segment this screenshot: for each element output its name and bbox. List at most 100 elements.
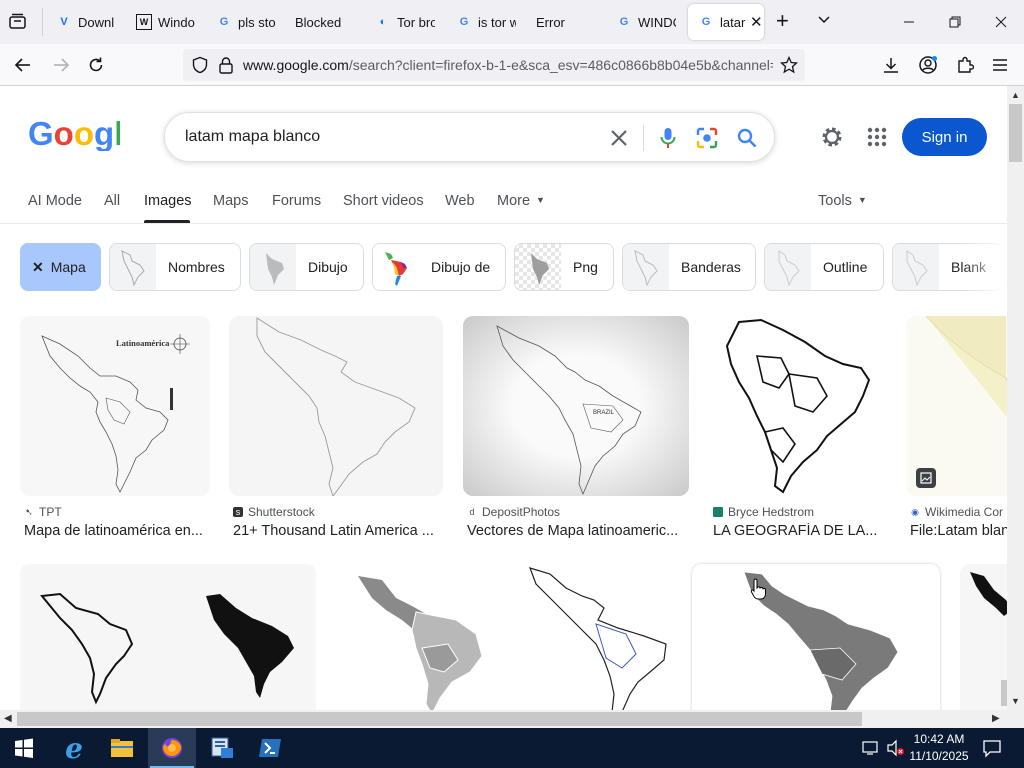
result-title[interactable]: Mapa de latinoamérica en... bbox=[24, 523, 210, 539]
result-thumbnail[interactable]: BRAZIL bbox=[463, 316, 689, 496]
tab-windc[interactable]: G WINDC bbox=[616, 0, 676, 44]
vertical-scrollbar[interactable]: ▲ ▼ bbox=[1001, 86, 1024, 710]
result-title[interactable]: Vectores de Mapa latinoameric... bbox=[467, 523, 689, 539]
tab-more[interactable]: More ▼ bbox=[497, 193, 545, 209]
sign-in-button[interactable]: Sign in bbox=[902, 118, 987, 156]
account-button[interactable] bbox=[913, 50, 943, 80]
close-tab-icon[interactable]: ✕ bbox=[750, 13, 763, 31]
microphone-icon[interactable] bbox=[655, 125, 681, 151]
result-thumbnail[interactable] bbox=[709, 316, 886, 496]
extensions-button[interactable] bbox=[950, 50, 980, 80]
tab-pls-stop[interactable]: G pls sto bbox=[216, 0, 276, 44]
firefox-icon[interactable] bbox=[148, 728, 196, 768]
search-box[interactable]: latam mapa blanco bbox=[164, 112, 775, 162]
network-icon[interactable] bbox=[862, 740, 880, 761]
tab-tor-browser[interactable]: ◐ Tor bro bbox=[375, 0, 435, 44]
image-result[interactable] bbox=[960, 564, 1007, 710]
tab-active[interactable]: G latar ✕ bbox=[688, 4, 764, 40]
result-thumbnail[interactable] bbox=[960, 564, 1007, 710]
bookmark-star-icon[interactable] bbox=[779, 55, 799, 79]
result-thumbnail[interactable]: Latinoamérica bbox=[20, 316, 210, 496]
powershell-icon[interactable] bbox=[246, 728, 294, 768]
tab-all[interactable]: All bbox=[104, 193, 120, 209]
server-manager-icon[interactable] bbox=[198, 728, 246, 768]
tab-web[interactable]: Web bbox=[445, 193, 475, 209]
tab-blocked[interactable]: Blocked bbox=[295, 0, 365, 44]
chip-outline[interactable]: Outline bbox=[764, 243, 884, 291]
downloads-button[interactable] bbox=[876, 50, 906, 80]
tab-downloads[interactable]: V Downl bbox=[56, 0, 118, 44]
scroll-thumb[interactable] bbox=[17, 712, 862, 726]
result-source[interactable]: ◉ Wikimedia Cor bbox=[910, 505, 1007, 519]
result-title[interactable]: 21+ Thousand Latin America ... bbox=[233, 523, 443, 539]
image-result[interactable]: Latinoamérica ➷ TPT Mapa de latinoamérica… bbox=[20, 316, 210, 546]
lens-camera-icon[interactable] bbox=[694, 125, 720, 151]
inner-scroll-thumb[interactable] bbox=[1001, 680, 1007, 706]
system-clock[interactable]: 10:42 AM 11/10/2025 bbox=[906, 731, 972, 765]
settings-gear-icon[interactable] bbox=[820, 125, 844, 154]
image-result[interactable] bbox=[20, 564, 316, 710]
lock-icon[interactable] bbox=[218, 56, 234, 79]
result-thumbnail[interactable] bbox=[336, 564, 507, 710]
result-source[interactable]: d DepositPhotos bbox=[467, 505, 689, 519]
image-result[interactable]: ◉ Wikimedia Cor File:Latam blan bbox=[906, 316, 1007, 546]
result-title[interactable]: LA GEOGRAFÍA DE LA... bbox=[713, 523, 886, 539]
tab-is-tor[interactable]: G is tor w bbox=[456, 0, 516, 44]
result-source[interactable]: Bryce Hedstrom bbox=[713, 505, 886, 519]
image-result[interactable] bbox=[692, 564, 940, 710]
forward-button[interactable] bbox=[46, 50, 76, 80]
result-thumbnail[interactable] bbox=[526, 564, 672, 710]
result-title[interactable]: File:Latam blan bbox=[910, 523, 1007, 539]
chip-nombres[interactable]: Nombres bbox=[109, 243, 241, 291]
result-source[interactable]: ➷ TPT bbox=[24, 505, 210, 519]
tab-images[interactable]: Images bbox=[144, 193, 192, 209]
restore-button[interactable] bbox=[932, 0, 978, 44]
close-chip-icon[interactable]: ✕ bbox=[32, 259, 44, 276]
reload-button[interactable] bbox=[81, 50, 111, 80]
tab-overview-button[interactable] bbox=[8, 12, 30, 32]
tab-short-videos[interactable]: Short videos bbox=[343, 193, 424, 209]
clear-search-icon[interactable] bbox=[606, 125, 632, 151]
apps-grid-icon[interactable] bbox=[867, 127, 887, 152]
file-explorer-icon[interactable] bbox=[98, 728, 146, 768]
chip-banderas[interactable]: Banderas bbox=[622, 243, 756, 291]
start-button[interactable] bbox=[0, 728, 48, 768]
volume-muted-icon[interactable] bbox=[886, 739, 906, 762]
result-thumbnail[interactable] bbox=[906, 316, 1007, 496]
tools-button[interactable]: Tools ▼ bbox=[818, 193, 867, 209]
minimize-button[interactable] bbox=[886, 0, 932, 44]
tab-ai-mode[interactable]: AI Mode bbox=[28, 193, 82, 209]
back-button[interactable] bbox=[8, 50, 38, 80]
result-thumbnail[interactable] bbox=[229, 316, 443, 496]
shield-icon[interactable] bbox=[191, 56, 209, 79]
search-input[interactable]: latam mapa blanco bbox=[185, 128, 320, 146]
url-text[interactable]: www.google.com/search?client=firefox-b-1… bbox=[243, 57, 773, 73]
google-logo[interactable]: Google bbox=[28, 115, 142, 156]
scroll-left-icon[interactable]: ◀ bbox=[4, 713, 12, 724]
chip-png[interactable]: Png bbox=[514, 243, 614, 291]
image-result[interactable]: BRAZIL d DepositPhotos Vectores de Mapa l… bbox=[463, 316, 689, 546]
tab-error[interactable]: Error bbox=[536, 0, 596, 44]
tab-list-chevron-icon[interactable] bbox=[816, 12, 834, 30]
internet-explorer-icon[interactable]: e bbox=[50, 728, 98, 768]
chip-dibujo[interactable]: Dibujo bbox=[249, 243, 364, 291]
result-thumbnail[interactable] bbox=[692, 564, 940, 710]
close-window-button[interactable] bbox=[978, 0, 1024, 44]
result-source[interactable]: s Shutterstock bbox=[233, 505, 443, 519]
tab-windows[interactable]: W Windo bbox=[136, 0, 196, 44]
horizontal-scrollbar[interactable]: ◀ ▶ bbox=[0, 710, 1024, 728]
scroll-up-icon[interactable]: ▲ bbox=[1011, 90, 1020, 100]
image-result[interactable]: Bryce Hedstrom LA GEOGRAFÍA DE LA... bbox=[709, 316, 886, 546]
scroll-down-icon[interactable]: ▼ bbox=[1011, 696, 1020, 706]
image-result[interactable] bbox=[336, 564, 507, 710]
scroll-thumb[interactable] bbox=[1009, 104, 1022, 162]
result-thumbnail[interactable] bbox=[20, 564, 316, 710]
new-tab-button[interactable]: + bbox=[776, 10, 798, 34]
image-result[interactable]: s Shutterstock 21+ Thousand Latin America… bbox=[229, 316, 443, 546]
tab-forums[interactable]: Forums bbox=[272, 193, 321, 209]
menu-button[interactable] bbox=[985, 50, 1015, 80]
notification-center-icon[interactable] bbox=[982, 738, 1002, 763]
image-result[interactable] bbox=[526, 564, 672, 710]
chip-dibujo-de[interactable]: Dibujo de bbox=[372, 243, 506, 291]
chip-mapa-selected[interactable]: ✕ Mapa bbox=[20, 243, 101, 291]
